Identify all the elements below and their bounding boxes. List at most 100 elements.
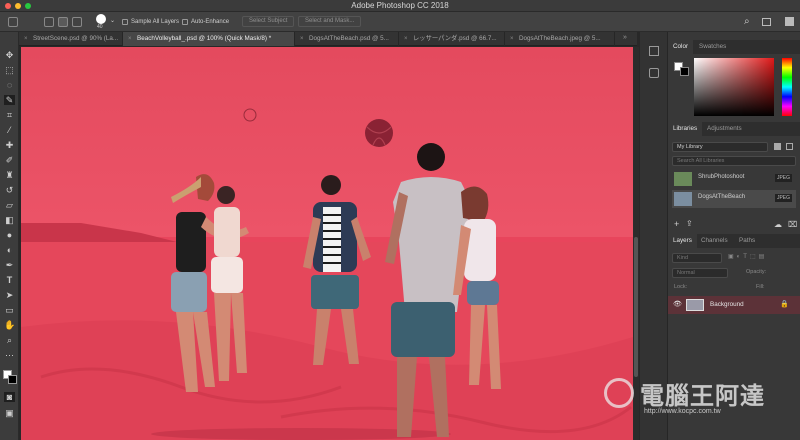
- sample-all-layers-checkbox[interactable]: Sample All Layers: [122, 16, 179, 28]
- select-subject-button[interactable]: Select Subject: [242, 16, 295, 27]
- tab-streetscene[interactable]: × StreetScene.psd @ 90% (La...: [19, 32, 123, 46]
- watermark-logo-icon: [604, 378, 634, 408]
- add-to-selection-icon[interactable]: [58, 17, 68, 27]
- move-icon[interactable]: ✥: [4, 50, 15, 60]
- history-panel-icon[interactable]: [649, 46, 659, 56]
- type-icon[interactable]: T: [4, 275, 15, 285]
- tab-label: BeachVolleyball_.psd @ 100% (Quick Mask/…: [137, 35, 272, 42]
- lasso-icon[interactable]: ◌: [4, 80, 15, 90]
- list-view-icon[interactable]: [786, 143, 793, 150]
- path-select-icon[interactable]: ➤: [4, 290, 15, 300]
- tab-dogsatthebeach-psd[interactable]: × DogsAtTheBeach.psd @ 5...: [295, 32, 399, 46]
- tab-channels[interactable]: Channels: [696, 234, 733, 248]
- blur-icon[interactable]: ●: [4, 230, 15, 240]
- search-placeholder: Search All Libraries: [677, 158, 725, 164]
- tab-beachvolleyball[interactable]: × BeachVolleyball_.psd @ 100% (Quick Mask…: [123, 32, 295, 46]
- background-color-swatch[interactable]: [8, 375, 17, 384]
- share-icon[interactable]: [785, 17, 794, 26]
- color-picker-field[interactable]: [694, 58, 774, 116]
- hue-slider[interactable]: [782, 58, 792, 116]
- select-and-mask-button[interactable]: Select and Mask...: [298, 16, 362, 27]
- eye-icon[interactable]: 👁: [673, 300, 682, 308]
- chevron-down-icon[interactable]: ⌄: [110, 17, 115, 24]
- watermark-url: http://www.kocpc.com.tw: [644, 408, 721, 415]
- scrollbar-thumb[interactable]: [634, 237, 638, 377]
- beach-volleyball-photo: [21, 47, 633, 440]
- tab-label: DogsAtTheBeach.psd @ 5...: [309, 35, 389, 42]
- close-icon[interactable]: ×: [300, 32, 304, 46]
- library-item-badge: JPEG: [774, 174, 792, 182]
- brush-size-value: 40: [97, 24, 103, 30]
- tab-red-panda[interactable]: × レッサーパンダ.psd @ 66.7...: [399, 32, 505, 46]
- grid-view-icon[interactable]: [774, 143, 781, 150]
- tab-libraries[interactable]: Libraries: [668, 122, 703, 136]
- layer-thumbnail: [686, 299, 704, 311]
- clone-stamp-icon[interactable]: ♜: [4, 170, 15, 180]
- tab-layers[interactable]: Layers: [668, 234, 697, 248]
- properties-panel-icon[interactable]: [649, 68, 659, 78]
- library-item-label: ShrubPhotoshoot: [698, 174, 745, 180]
- kind-label: Kind: [677, 255, 689, 261]
- tab-adjustments[interactable]: Adjustments: [702, 122, 747, 136]
- library-item-badge: JPEG: [774, 194, 792, 202]
- upload-icon[interactable]: ⇪: [686, 219, 693, 228]
- library-select[interactable]: My Library: [672, 142, 768, 152]
- blend-mode-value: Normal: [677, 270, 695, 276]
- library-item-dogsatthebeach[interactable]: DogsAtTheBeach JPEG: [672, 190, 796, 208]
- subtract-from-selection-icon[interactable]: [72, 17, 82, 27]
- layer-filter-kind[interactable]: Kind: [672, 253, 722, 263]
- document-canvas[interactable]: [21, 47, 633, 440]
- library-item-shrubphotoshoot[interactable]: ShrubPhotoshoot JPEG: [672, 170, 796, 188]
- layer-name: Background: [710, 301, 744, 308]
- brush-preview-icon[interactable]: [96, 14, 106, 24]
- pen-icon[interactable]: ✒: [4, 260, 15, 270]
- search-icon[interactable]: ⌕: [744, 16, 750, 27]
- close-icon[interactable]: ×: [128, 32, 132, 46]
- tab-label: StreetScene.psd @ 90% (La...: [33, 35, 119, 42]
- libraries-panel-tabs: Libraries Adjustments: [668, 122, 800, 136]
- tab-paths[interactable]: Paths: [734, 234, 760, 248]
- filter-icons-row[interactable]: ▣◐T⬚▤: [728, 253, 767, 260]
- more-icon[interactable]: ⋯: [4, 350, 15, 360]
- quick-mask-icon[interactable]: ◙: [4, 392, 15, 402]
- quick-selection-tool-preset-icon[interactable]: [8, 17, 18, 27]
- close-icon[interactable]: ×: [404, 32, 408, 46]
- brush-icon[interactable]: ✐: [4, 155, 15, 165]
- tab-swatches[interactable]: Swatches: [694, 40, 731, 54]
- add-library-item-icon[interactable]: +: [674, 219, 679, 229]
- cloud-icon[interactable]: ☁: [774, 220, 782, 229]
- close-icon[interactable]: ×: [510, 32, 514, 46]
- workspace-icon[interactable]: [762, 18, 771, 26]
- eraser-icon[interactable]: ▱: [4, 200, 15, 210]
- screen-mode-icon[interactable]: ▣: [4, 408, 15, 418]
- marquee-icon[interactable]: ⬚: [4, 65, 15, 75]
- tab-color[interactable]: Color: [668, 40, 694, 54]
- history-brush-icon[interactable]: ↺: [4, 185, 15, 195]
- zoom-icon[interactable]: ⌕: [4, 335, 15, 345]
- dodge-icon[interactable]: ◐: [4, 245, 15, 255]
- close-icon[interactable]: ×: [24, 32, 28, 46]
- gradient-icon[interactable]: ◧: [4, 215, 15, 225]
- tab-label: レッサーパンダ.psd @ 66.7...: [413, 35, 497, 42]
- document-tabs: × StreetScene.psd @ 90% (La... × BeachVoll…: [19, 32, 637, 46]
- trash-icon[interactable]: ⌧: [788, 220, 797, 229]
- opacity-label: Opacity:: [746, 269, 767, 275]
- fill-label: Fill:: [756, 284, 765, 290]
- bg-swatch[interactable]: [680, 67, 689, 76]
- hand-icon[interactable]: ✋: [4, 320, 15, 330]
- dogs-thumbnail: [674, 192, 692, 206]
- library-search-input[interactable]: Search All Libraries: [672, 156, 796, 166]
- eyedropper-icon[interactable]: ⁄: [4, 125, 15, 135]
- healing-icon[interactable]: ✚: [4, 140, 15, 150]
- quick-selection-icon[interactable]: ✎: [4, 95, 15, 105]
- tabs-overflow-icon[interactable]: »: [623, 34, 627, 41]
- auto-enhance-checkbox[interactable]: Auto-Enhance: [182, 16, 229, 28]
- color-panel-tabs: Color Swatches: [668, 40, 800, 54]
- tab-dogsatthebeach-jpeg[interactable]: × DogsAtTheBeach.jpeg @ 5...: [505, 32, 615, 46]
- layer-background[interactable]: 👁 Background 🔒: [668, 296, 800, 314]
- new-selection-icon[interactable]: [44, 17, 54, 27]
- rectangle-icon[interactable]: ▭: [4, 305, 15, 315]
- tools-panel: ✥ ⬚ ◌ ✎ ⌗ ⁄ ✚ ✐ ♜ ↺ ▱ ◧ ● ◐ ✒ T ➤ ▭ ✋ ⌕ …: [0, 32, 19, 440]
- blend-mode-select[interactable]: Normal: [672, 268, 728, 278]
- crop-icon[interactable]: ⌗: [4, 110, 15, 120]
